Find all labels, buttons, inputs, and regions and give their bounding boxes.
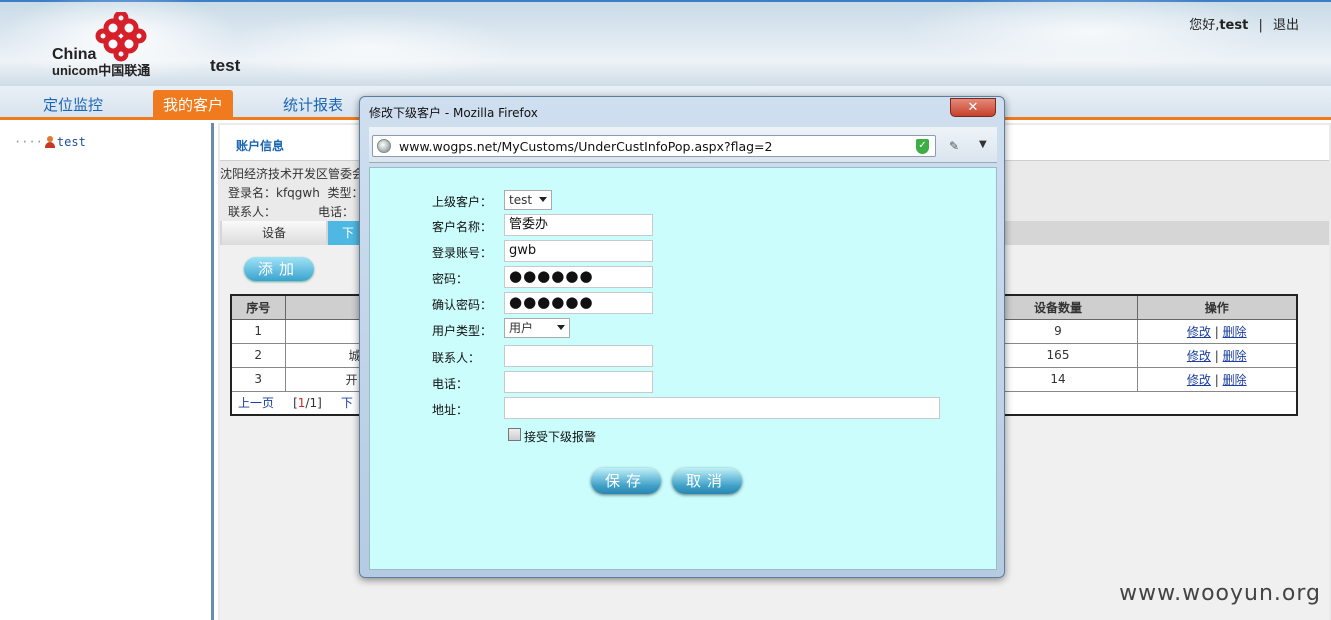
chevron-down-icon [557, 325, 565, 330]
nav-item-my-customers[interactable]: 我的客户 [153, 90, 234, 120]
parent-customer-label: 上级客户： [432, 195, 493, 209]
popup-title: 修改下级客户 - Mozilla Firefox [369, 106, 538, 120]
customer-name-input[interactable]: 管委办 [504, 214, 653, 236]
login-info: 登录名：kfqgwh 类型： [228, 184, 364, 201]
password-label: 密码： [432, 272, 469, 286]
screen: China unicom中国联通 test 您好,test | 退出 定位监控 … [0, 0, 1331, 620]
cancel-button[interactable]: 取消 [672, 468, 742, 494]
page-total: 1 [309, 396, 318, 411]
cell-no: 3 [230, 366, 286, 392]
customer-name-label: 客户名称： [432, 220, 493, 234]
account-info-label: 账户信息 [236, 139, 285, 153]
cell-no: 2 [230, 342, 286, 368]
delete-link[interactable]: 删除 [1223, 325, 1247, 339]
user-type-label: 用户类型： [432, 324, 493, 338]
edit-link[interactable]: 修改 [1187, 373, 1211, 387]
cloud-decoration [220, 12, 520, 82]
cloud-decoration [900, 0, 1280, 72]
user-type-select[interactable]: 用户 [504, 318, 570, 338]
accept-alarm-checkbox[interactable] [508, 428, 521, 441]
page-bracket-close: ] [317, 396, 322, 411]
addon-icon[interactable]: ✎ [949, 139, 959, 153]
chevron-down-icon [539, 197, 547, 202]
page-header: China unicom中国联通 test 您好,test | 退出 [0, 0, 1331, 86]
login-account-label: 登录账号： [432, 246, 493, 260]
page-indicator: [1/1] [293, 396, 322, 410]
cell-actions: 修改 | 删除 [1136, 366, 1298, 392]
confirm-password-input[interactable]: ●●●●●● [504, 292, 653, 314]
tree-node-root[interactable]: ···· test [14, 135, 86, 149]
greeting-username: test [1219, 18, 1249, 33]
cell-no: 1 [230, 318, 286, 344]
greeting-bar: 您好,test | 退出 [1189, 14, 1299, 33]
url-text: www.wogps.net/MyCustoms/UnderCustInfoPop… [399, 139, 773, 154]
header-username: test [210, 56, 241, 75]
contact-person-label: 联系人： [432, 351, 481, 365]
logout-link[interactable]: 退出 [1273, 18, 1299, 33]
parent-customer-value: test [509, 193, 533, 207]
edit-form: 上级客户： test 客户名称： 管委办 登录账号： gwb 密码： ●●●●●… [369, 167, 997, 570]
login-account-input[interactable]: gwb [504, 240, 653, 262]
address-input[interactable] [504, 397, 940, 419]
password-input[interactable]: ●●●●●● [504, 266, 653, 288]
contact-label: 联系人： [228, 205, 277, 219]
action-separator: | [1214, 372, 1219, 387]
confirm-password-label: 确认密码： [432, 298, 493, 312]
contact-person-input[interactable] [504, 345, 653, 367]
nav-item-location-monitor[interactable]: 定位监控 [33, 90, 113, 120]
chevron-down-icon[interactable]: ▼ [979, 139, 987, 150]
greeting-prefix: 您好, [1189, 18, 1220, 33]
user-type-value: 用户 [509, 321, 534, 335]
edit-link[interactable]: 修改 [1187, 349, 1211, 363]
shield-check-icon: ✓ [916, 139, 929, 154]
col-header-actions: 操作 [1136, 294, 1298, 320]
close-icon[interactable]: ✕ [950, 98, 996, 117]
prev-page-link[interactable]: 上一页 [238, 396, 274, 410]
phone-input[interactable] [504, 371, 653, 393]
login-name: 登录名：kfqgwh [228, 186, 320, 200]
tree-node-label: test [56, 135, 86, 149]
phone-label: 电话： [317, 205, 354, 219]
greeting-separator: | [1258, 18, 1263, 33]
save-button[interactable]: 保存 [591, 468, 661, 494]
address-label: 地址： [432, 403, 469, 417]
cell-actions: 修改 | 删除 [1136, 342, 1298, 368]
org-name: 沈阳经济技术开发区管委会 [220, 167, 365, 181]
add-button[interactable]: 添加 [244, 257, 314, 281]
phone-label: 电话： [432, 377, 469, 391]
globe-icon [377, 139, 391, 153]
col-header-no: 序号 [230, 294, 286, 320]
url-field[interactable]: www.wogps.net/MyCustoms/UnderCustInfoPop… [372, 135, 936, 157]
watermark: www.wooyun.org [1119, 581, 1321, 606]
contact-info: 联系人： 电话： [228, 203, 354, 220]
user-icon [44, 136, 55, 148]
edit-link[interactable]: 修改 [1187, 325, 1211, 339]
delete-link[interactable]: 删除 [1223, 349, 1247, 363]
tab-device[interactable]: 设备 [222, 221, 326, 245]
accept-alarm-label: 接受下级报警 [524, 430, 597, 444]
customer-tree-pane: ···· test [0, 123, 214, 620]
next-page-link[interactable]: 下 [341, 396, 353, 410]
parent-customer-select[interactable]: test [504, 190, 552, 210]
action-separator: | [1214, 348, 1219, 363]
cell-actions: 修改 | 删除 [1136, 318, 1298, 344]
action-separator: | [1214, 324, 1219, 339]
tree-connector: ···· [14, 135, 43, 149]
url-bar: www.wogps.net/MyCustoms/UnderCustInfoPop… [369, 127, 997, 163]
logo-text-unicom: unicom中国联通 [52, 63, 151, 78]
edit-customer-popup: 修改下级客户 - Mozilla Firefox ✕ www.wogps.net… [359, 96, 1005, 578]
delete-link[interactable]: 删除 [1223, 373, 1247, 387]
nav-item-statistics[interactable]: 统计报表 [273, 90, 353, 120]
